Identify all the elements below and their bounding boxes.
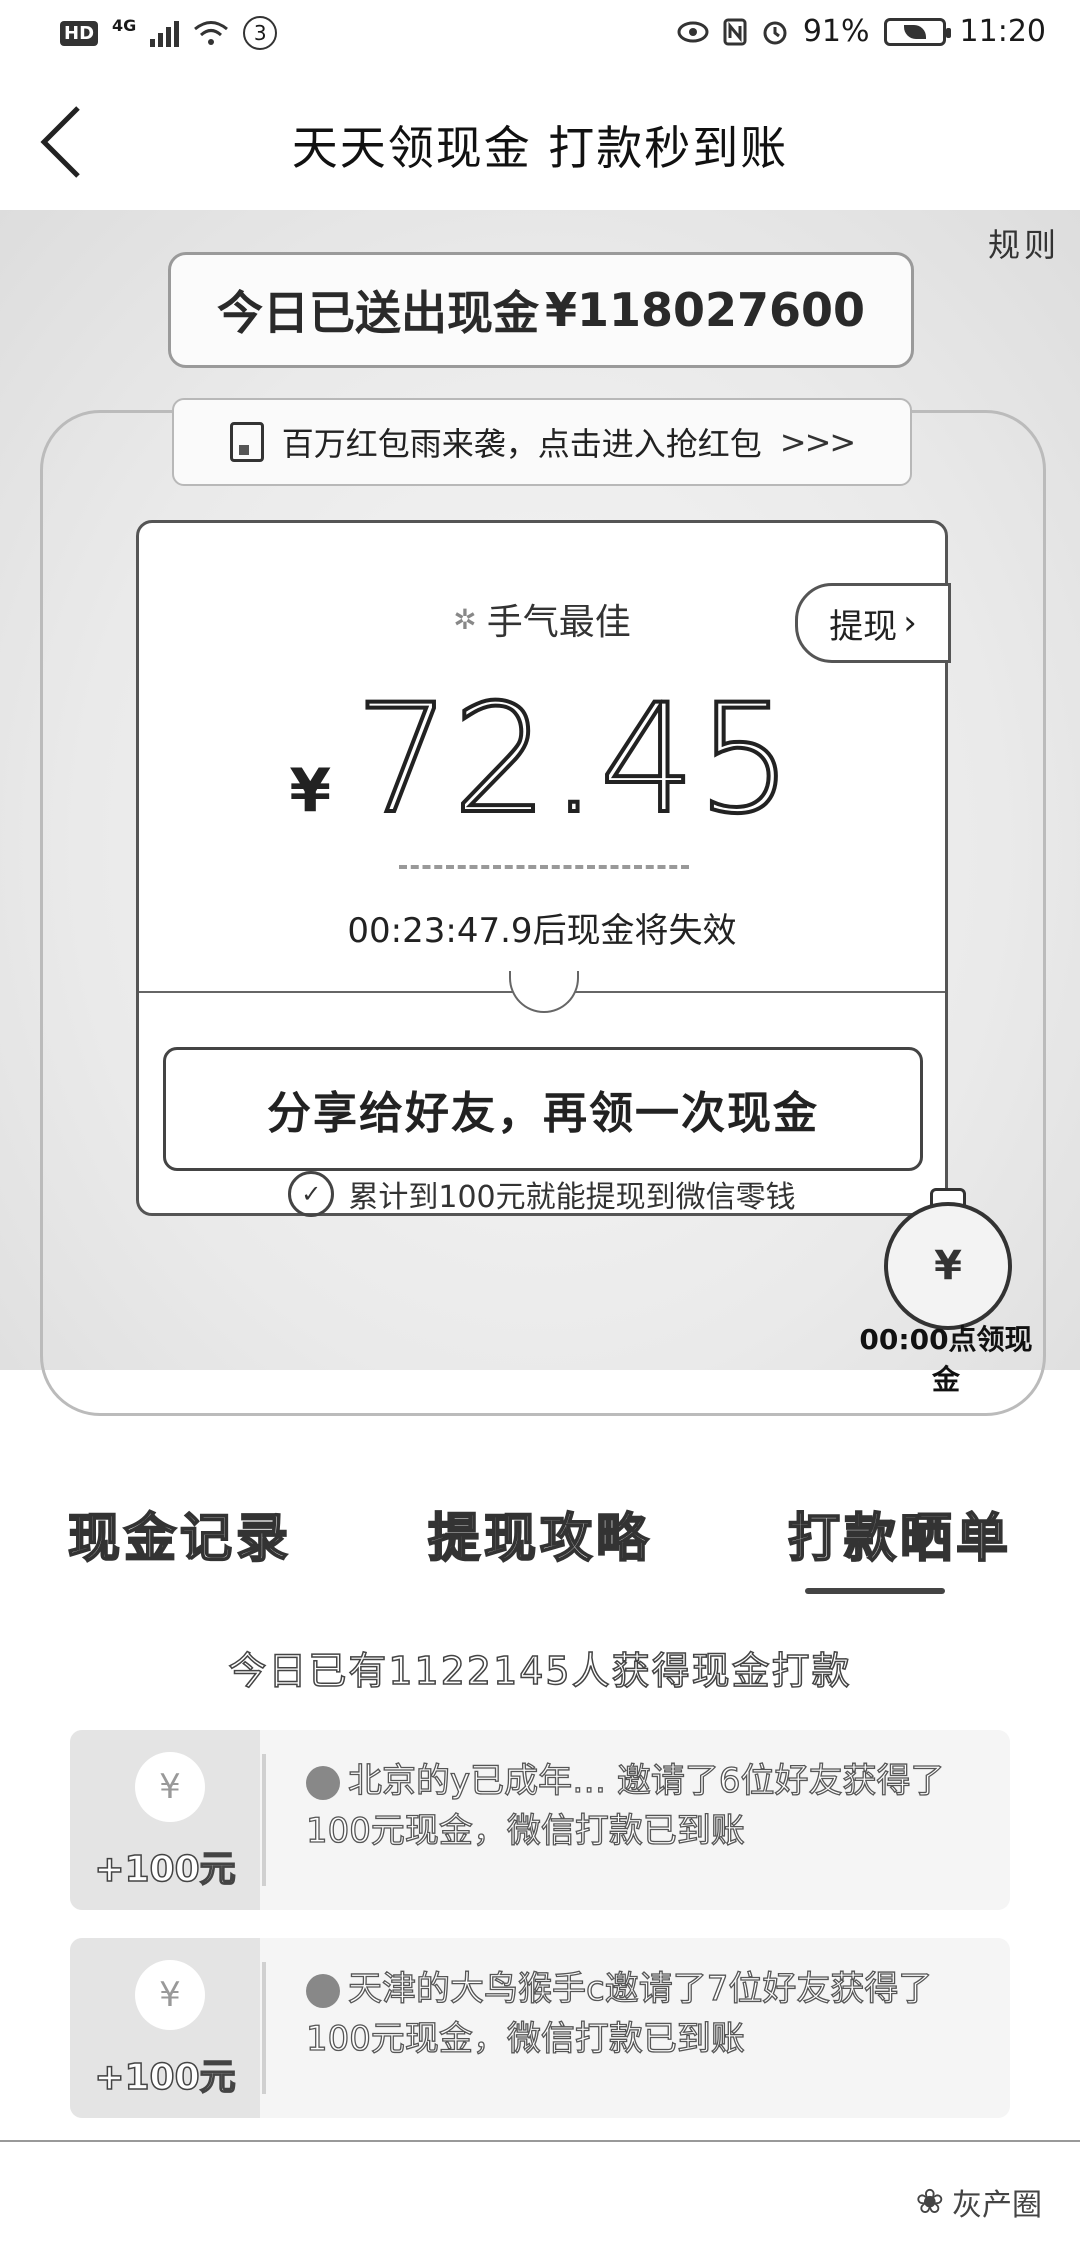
list-item-amount: +100元 [94,1848,237,1891]
active-tab-indicator [805,1588,945,1594]
nav-bar: 天天领现金 打款秒到账 [0,72,1080,212]
coin-icon: ¥ [135,1960,205,2030]
card-notch [509,971,579,1013]
list-item-text: 北京的y已成年… 邀请了6位好友获得了100元现金，微信打款已到账 [305,1756,986,1856]
daily-cash-clock[interactable]: ¥ 00:00点领现金 [846,1188,1066,1396]
eye-icon [677,21,709,42]
tab-payout-showcase[interactable]: 打款晒单 [720,1496,1080,1596]
list-item-message: 天津的大鸟猴手c邀请了7位好友获得了100元现金，微信打款已到账 [305,1968,933,2059]
list-item-divider [262,1754,266,1886]
total-sent-label: 今日已送出现金 [216,286,539,340]
cash-amount-row: ¥ 72.45 [139,671,945,849]
battery-icon [883,17,951,46]
red-packet-icon [229,422,264,462]
avatar [306,1765,340,1800]
withdraw-tip: ✓ 累计到100元就能提现到微信零钱 [139,1171,945,1217]
avatar [306,1973,340,2008]
list-item-message: 北京的y已成年… 邀请了6位好友获得了100元现金，微信打款已到账 [305,1760,945,1851]
clock-icon: ¥ [884,1202,1012,1330]
bottom-divider [0,2140,1080,2142]
coin-icon: ¥ [135,1752,205,1822]
chevrons-icon: >>> [779,423,856,461]
wifi-icon [194,21,229,45]
tab-bar: 现金记录 提现攻略 打款晒单 [0,1496,1080,1596]
notification-count-badge: 3 [243,16,278,50]
watermark-text: 灰产圈 [952,2188,1042,2223]
dashed-divider [399,865,689,869]
wechat-icon: ❀ [915,2182,945,2222]
cash-card: ✲ 手气最佳 提现 › ¥ 72.45 00:23:47.9后现金将失效 分享给… [136,520,951,1217]
sparkle-icon: ✲ [453,602,477,636]
hero-panel: 规则 今日已送出现金 ¥118027600 百万红包雨来袭，点击进入抢红包 >>… [0,210,1080,1416]
payout-stat-line: 今日已有1122145人获得现金打款 [228,1648,852,1694]
nfc-icon [723,18,747,45]
status-left: HD 4G 3 [60,15,278,50]
best-luck-text: 手气最佳 [486,602,631,643]
list-item-amount: +100元 [94,2056,237,2099]
list-item: ¥ +100元 北京的y已成年… 邀请了6位好友获得了100元现金，微信打款已到… [70,1730,1010,1910]
payout-list: ¥ +100元 北京的y已成年… 邀请了6位好友获得了100元现金，微信打款已到… [70,1730,1010,2146]
chevron-right-icon: › [903,603,917,643]
withdraw-tip-text: 累计到100元就能提现到微信零钱 [348,1180,796,1215]
alarm-icon [763,21,787,44]
check-circle-icon: ✓ [288,1171,335,1217]
red-packet-rain-banner[interactable]: 百万红包雨来袭，点击进入抢红包 >>> [172,398,912,486]
clock-time: 11:20 [959,14,1046,49]
tab-cash-records[interactable]: 现金记录 [0,1496,360,1596]
withdraw-button[interactable]: 提现 › [795,583,951,663]
list-item-divider [262,1962,266,2094]
clock-label: 00:00点领现金 [859,1323,1033,1396]
red-packet-rain-text: 百万红包雨来袭，点击进入抢红包 [281,425,762,463]
hd-badge: HD [60,20,99,46]
share-to-friends-button[interactable]: 分享给好友，再领一次现金 [163,1047,923,1171]
status-right: 91% 11:20 [677,14,1046,49]
battery-percent: 91% [802,14,870,49]
page-title: 天天领现金 打款秒到账 [291,121,789,175]
currency-symbol: ¥ [289,756,332,826]
list-item: ¥ +100元 天津的大鸟猴手c邀请了7位好友获得了100元现金，微信打款已到账 [70,1938,1010,2118]
list-item-amount-panel: ¥ +100元 [70,1730,260,1910]
leaf-icon [903,24,926,39]
status-bar: HD 4G 3 91% 11:20 [0,0,1080,72]
withdraw-label: 提现 [829,606,898,647]
cash-amount: 72.45 [353,671,795,849]
signal-icon [150,19,180,47]
list-item-text: 天津的大鸟猴手c邀请了7位好友获得了100元现金，微信打款已到账 [305,1964,986,2064]
list-item-amount-panel: ¥ +100元 [70,1938,260,2118]
total-sent-banner: 今日已送出现金 ¥118027600 [168,252,914,368]
network-type: 4G [112,15,137,35]
watermark: ❀ 灰产圈 [916,2180,1043,2224]
rules-link[interactable]: 规则 [988,220,1060,266]
tab-withdraw-guide[interactable]: 提现攻略 [360,1496,720,1596]
total-sent-amount: ¥118027600 [544,283,866,337]
expiry-countdown: 00:23:47.9后现金将失效 [347,911,737,951]
cash-card-top: ✲ 手气最佳 提现 › ¥ 72.45 00:23:47.9后现金将失效 [139,523,951,993]
